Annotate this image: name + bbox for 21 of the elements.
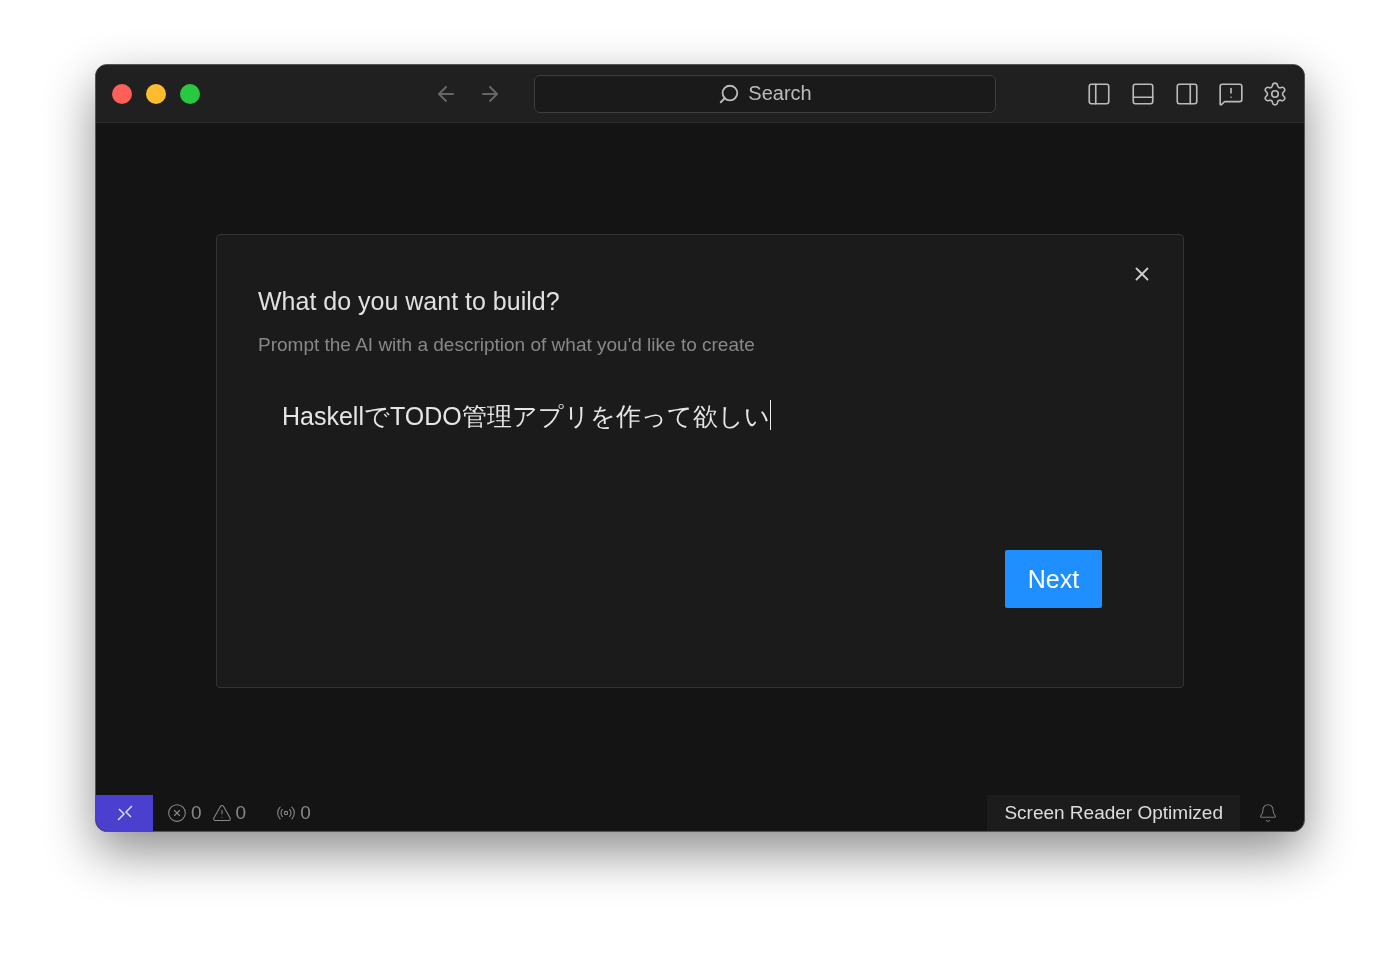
screen-reader-status[interactable]: Screen Reader Optimized xyxy=(987,795,1240,831)
close-window-button[interactable] xyxy=(112,83,132,104)
remote-button[interactable] xyxy=(96,795,153,831)
bell-icon[interactable] xyxy=(1258,803,1278,823)
errors-indicator[interactable]: 0 0 xyxy=(167,802,247,824)
bottom-panel-icon[interactable] xyxy=(1130,80,1156,107)
ports-indicator[interactable]: 0 xyxy=(276,802,311,824)
right-panel-icon[interactable] xyxy=(1174,80,1200,107)
search-field[interactable]: Search xyxy=(534,74,996,113)
dialog-subtitle: Prompt the AI with a description of what you'd like to create xyxy=(258,334,756,356)
dialog-title: What do you want to build? xyxy=(258,287,561,316)
error-icon xyxy=(167,803,187,823)
prompt-input-field[interactable]: HaskellでTODO管理アプリを作って欲しい xyxy=(258,400,1142,550)
feedback-icon[interactable] xyxy=(1218,80,1244,107)
zoom-window-button[interactable] xyxy=(180,83,200,104)
remote-icon xyxy=(115,804,134,822)
minimize-window-button[interactable] xyxy=(146,83,166,104)
search-icon xyxy=(718,82,741,105)
warning-icon xyxy=(211,803,232,823)
settings-icon[interactable] xyxy=(1262,80,1288,107)
left-panel-icon[interactable] xyxy=(1086,80,1112,107)
